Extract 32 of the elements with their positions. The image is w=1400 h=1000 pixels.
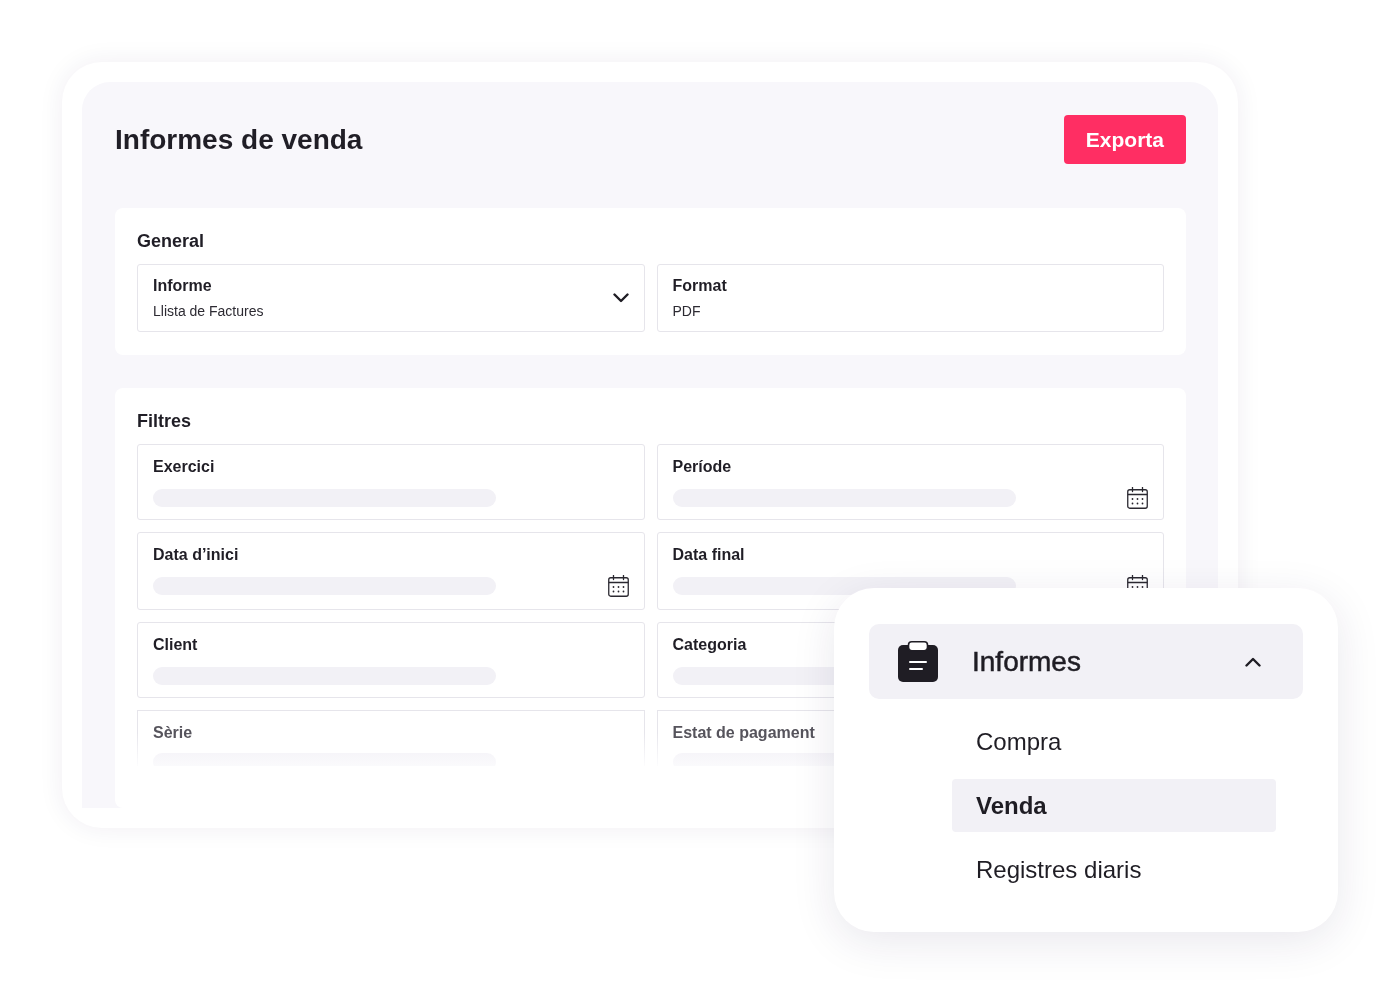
field-label: Sèrie bbox=[153, 723, 194, 743]
field-label: Format bbox=[672, 276, 727, 296]
field-label: Exercici bbox=[153, 457, 216, 477]
filter-field[interactable]: Sèrie bbox=[137, 710, 645, 766]
chevron-down-icon bbox=[612, 293, 629, 303]
filter-field[interactable]: Exercici bbox=[137, 444, 645, 520]
export-button[interactable]: Exporta bbox=[1063, 115, 1186, 164]
field-label: Estat de pagament bbox=[672, 723, 816, 743]
menu-title: Informes bbox=[972, 644, 1082, 679]
menu-item[interactable]: Venda bbox=[952, 779, 1276, 832]
field-label: Període bbox=[672, 457, 733, 477]
field-label: Categoria bbox=[672, 635, 748, 655]
field-label: Data final bbox=[672, 545, 746, 565]
section-heading: General bbox=[137, 230, 206, 252]
text-field[interactable]: Format PDF bbox=[656, 264, 1164, 332]
calendar-icon[interactable] bbox=[607, 575, 629, 597]
menu-item[interactable]: Registres diaris bbox=[952, 843, 1276, 896]
select-field[interactable]: Informe Llista de Factures bbox=[137, 264, 645, 332]
filter-field[interactable]: Client bbox=[137, 622, 645, 698]
clipboard-icon bbox=[898, 641, 938, 682]
menu-item[interactable]: Compra bbox=[952, 715, 1276, 768]
date-field[interactable]: Període bbox=[656, 444, 1164, 520]
page-title: Informes de venda bbox=[115, 122, 363, 157]
field-label: Informe bbox=[153, 276, 213, 296]
calendar-icon[interactable] bbox=[1127, 487, 1148, 509]
section-heading: Filtres bbox=[137, 410, 193, 432]
field-label: Client bbox=[153, 635, 199, 655]
date-field[interactable]: Data d’inici bbox=[137, 532, 645, 610]
field-value: Llista de Factures bbox=[153, 302, 264, 320]
field-value: PDF bbox=[672, 302, 702, 320]
menu-header[interactable]: Informes bbox=[869, 624, 1303, 699]
field-label: Data d’inici bbox=[153, 545, 240, 565]
